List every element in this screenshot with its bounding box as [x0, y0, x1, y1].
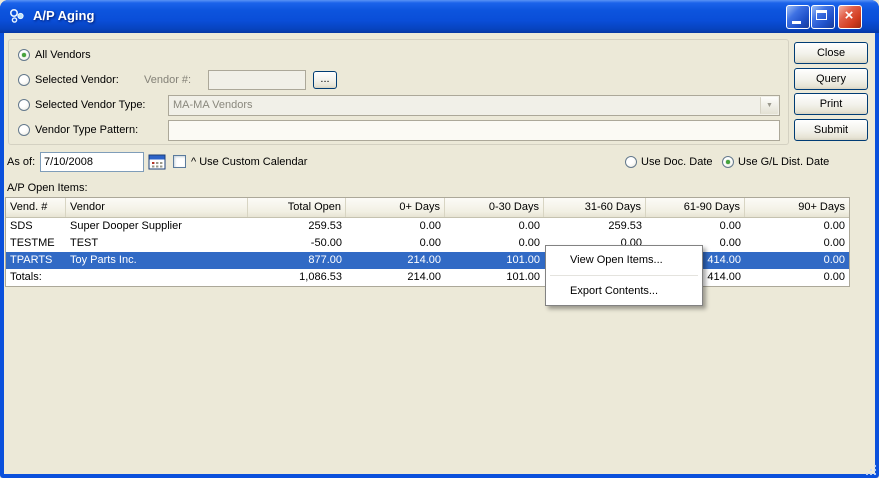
cell-vendor: Super Dooper Supplier — [66, 218, 248, 235]
close-window-button[interactable]: × — [838, 5, 862, 29]
column-header-0-30-days[interactable]: 0-30 Days — [445, 198, 544, 217]
cell-vendor: Toy Parts Inc. — [66, 252, 248, 269]
custom-calendar-checkbox[interactable] — [173, 155, 186, 168]
all-vendors-radio[interactable] — [18, 49, 30, 61]
cell-total-open: -50.00 — [248, 235, 346, 252]
calendar-button[interactable] — [147, 152, 167, 172]
selected-vendor-type-radio[interactable] — [18, 99, 30, 111]
cell-0-plus-days: 0.00 — [346, 235, 445, 252]
table-row[interactable]: TESTME TEST -50.00 0.00 0.00 0.00 0.00 0… — [6, 235, 849, 252]
menu-item-view-open-items[interactable]: View Open Items... — [548, 248, 700, 272]
cell-total-open: 1,086.53 — [248, 269, 346, 286]
app-icon — [9, 8, 25, 24]
table-header: Vend. # Vendor Total Open 0+ Days 0-30 D… — [6, 198, 849, 218]
column-header-31-60-days[interactable]: 31-60 Days — [544, 198, 646, 217]
browse-vendors-button[interactable]: ... — [313, 71, 337, 89]
cell-vend-no: Totals: — [6, 269, 66, 286]
column-header-vendor[interactable]: Vendor — [66, 198, 248, 217]
ap-aging-window: A/P Aging × All Vendors Selected Vendor:… — [0, 0, 879, 478]
use-doc-date-radio[interactable] — [625, 156, 637, 168]
cell-90-plus-days: 0.00 — [745, 235, 849, 252]
cell-0-30-days: 0.00 — [445, 235, 544, 252]
maximize-icon — [816, 10, 827, 20]
window-title: A/P Aging — [33, 8, 94, 23]
column-header-90-plus-days[interactable]: 90+ Days — [745, 198, 849, 217]
vendor-type-select[interactable]: MA-MA Vendors ▼ — [168, 95, 780, 116]
cell-0-plus-days: 0.00 — [346, 218, 445, 235]
maximize-button[interactable] — [811, 5, 835, 29]
custom-calendar-label[interactable]: ^ Use Custom Calendar — [191, 156, 307, 169]
close-button[interactable]: Close — [794, 42, 868, 64]
vendor-type-value: MA-MA Vendors — [173, 99, 252, 111]
cell-vend-no: TESTME — [6, 235, 66, 252]
vendor-pattern-input[interactable] — [168, 120, 780, 141]
use-gl-dist-date-label[interactable]: Use G/L Dist. Date — [738, 156, 829, 169]
menu-item-export-contents[interactable]: Export Contents... — [548, 279, 700, 303]
calendar-icon — [147, 152, 167, 172]
column-header-0-plus-days[interactable]: 0+ Days — [346, 198, 445, 217]
context-menu: View Open Items... Export Contents... — [545, 245, 703, 306]
open-items-table: Vend. # Vendor Total Open 0+ Days 0-30 D… — [5, 197, 850, 287]
as-of-label: As of: — [7, 156, 35, 169]
selected-vendor-type-label[interactable]: Selected Vendor Type: — [35, 99, 146, 112]
table-row-totals[interactable]: Totals: 1,086.53 214.00 101.00 414.00 0.… — [6, 269, 849, 286]
all-vendors-label[interactable]: All Vendors — [35, 49, 91, 62]
close-icon: × — [839, 6, 859, 26]
cell-0-30-days: 101.00 — [445, 269, 544, 286]
vendor-type-pattern-radio[interactable] — [18, 124, 30, 136]
cell-vend-no: TPARTS — [6, 252, 66, 269]
table-row-selected[interactable]: TPARTS Toy Parts Inc. 877.00 214.00 101.… — [6, 252, 849, 269]
submit-button[interactable]: Submit — [794, 119, 868, 141]
column-header-vend-no[interactable]: Vend. # — [6, 198, 66, 217]
query-button[interactable]: Query — [794, 68, 868, 90]
vendor-number-label: Vendor #: — [144, 74, 191, 87]
cell-90-plus-days: 0.00 — [745, 269, 849, 286]
cell-vendor: TEST — [66, 235, 248, 252]
cell-31-60-days: 259.53 — [544, 218, 646, 235]
vendor-type-pattern-label[interactable]: Vendor Type Pattern: — [35, 124, 138, 137]
cell-total-open: 877.00 — [248, 252, 346, 269]
cell-vendor — [66, 269, 248, 286]
selected-vendor-label[interactable]: Selected Vendor: — [35, 74, 119, 87]
vendor-number-input[interactable] — [208, 70, 306, 90]
cell-0-plus-days: 214.00 — [346, 252, 445, 269]
cell-0-30-days: 101.00 — [445, 252, 544, 269]
resize-grip[interactable] — [864, 463, 878, 477]
selected-vendor-radio[interactable] — [18, 74, 30, 86]
cell-0-plus-days: 214.00 — [346, 269, 445, 286]
as-of-date-input[interactable] — [40, 152, 144, 172]
use-doc-date-label[interactable]: Use Doc. Date — [641, 156, 713, 169]
print-button[interactable]: Print — [794, 93, 868, 115]
use-gl-dist-date-radio[interactable] — [722, 156, 734, 168]
cell-0-30-days: 0.00 — [445, 218, 544, 235]
client-area: All Vendors Selected Vendor: Vendor #: .… — [4, 33, 875, 474]
cell-total-open: 259.53 — [248, 218, 346, 235]
cell-vend-no: SDS — [6, 218, 66, 235]
column-header-total-open[interactable]: Total Open — [248, 198, 346, 217]
cell-90-plus-days: 0.00 — [745, 252, 849, 269]
titlebar[interactable]: A/P Aging × — [0, 0, 879, 33]
table-row[interactable]: SDS Super Dooper Supplier 259.53 0.00 0.… — [6, 218, 849, 235]
open-items-caption: A/P Open Items: — [7, 182, 88, 195]
dropdown-arrow-icon[interactable]: ▼ — [760, 97, 778, 114]
menu-separator — [550, 275, 698, 276]
cell-61-90-days: 0.00 — [646, 218, 745, 235]
column-header-61-90-days[interactable]: 61-90 Days — [646, 198, 745, 217]
cell-90-plus-days: 0.00 — [745, 218, 849, 235]
minimize-icon — [792, 21, 801, 24]
minimize-button[interactable] — [786, 5, 810, 29]
